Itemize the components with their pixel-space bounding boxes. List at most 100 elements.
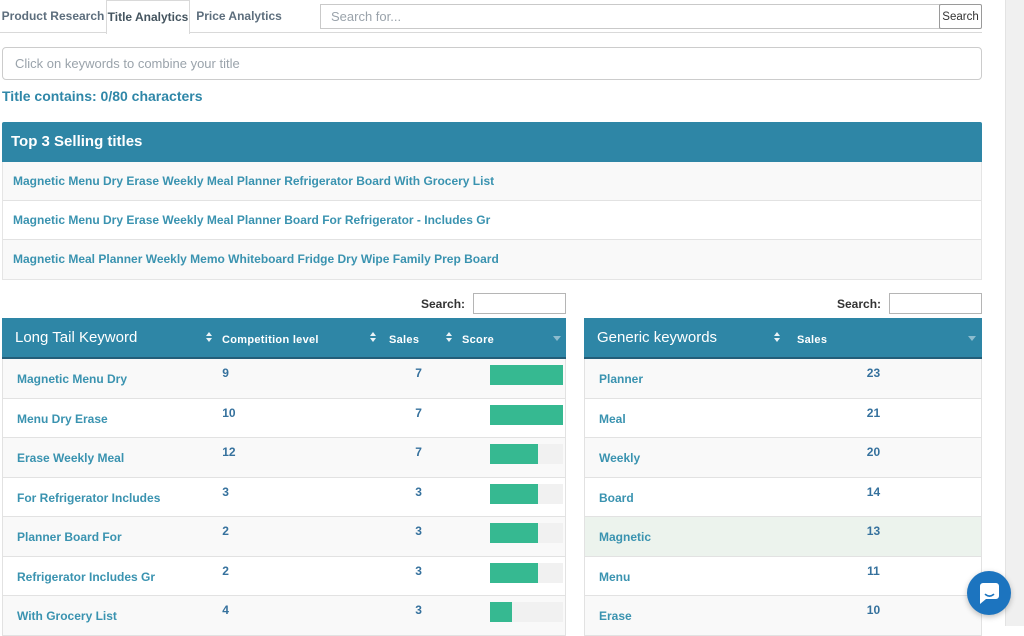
chat-bubble-icon <box>967 571 1011 615</box>
score-bar <box>490 602 512 622</box>
keyword-cell[interactable]: Planner <box>585 359 790 398</box>
score-bar-track <box>490 405 563 425</box>
table-row: For Refrigerator Includes 3 3 <box>3 478 565 518</box>
generic-table-header: Generic keywords Sales <box>584 318 982 359</box>
score-bar-track <box>490 365 563 385</box>
score-cell <box>453 596 565 635</box>
long-tail-table-body: Magnetic Menu Dry 9 7 Menu Dry Erase 10 … <box>2 359 566 636</box>
sales-cell: 3 <box>384 517 454 556</box>
column-header-generic-sales[interactable]: Sales <box>790 318 982 357</box>
sales-cell: 3 <box>384 557 454 596</box>
long-tail-keyword-table: Long Tail Keyword Competition level Sale… <box>2 318 566 636</box>
sales-cell: 7 <box>384 359 454 398</box>
competition-cell: 4 <box>220 596 383 635</box>
score-cell <box>453 359 565 398</box>
column-header-competition-level[interactable]: Competition level <box>220 318 384 357</box>
score-bar <box>490 444 537 464</box>
table-row: Menu 11 <box>585 557 981 597</box>
score-bar-track <box>490 563 563 583</box>
table-row: Refrigerator Includes Gr 2 3 <box>3 557 565 597</box>
generic-search-label: Search: <box>837 297 881 311</box>
sales-cell: 7 <box>384 438 454 477</box>
score-cell <box>453 399 565 438</box>
top-search-input[interactable] <box>320 4 940 29</box>
score-bar <box>490 405 563 425</box>
keyword-cell[interactable]: Planner Board For <box>3 517 220 556</box>
keyword-cell[interactable]: Meal <box>585 399 790 438</box>
score-bar <box>490 523 537 543</box>
sort-icon <box>206 332 212 342</box>
top-selling-titles-header: Top 3 Selling titles <box>2 122 982 162</box>
sales-cell: 3 <box>384 596 454 635</box>
score-cell <box>453 478 565 517</box>
score-bar-track <box>490 484 563 504</box>
selling-title-row[interactable]: Magnetic Menu Dry Erase Weekly Meal Plan… <box>3 162 981 201</box>
competition-cell: 3 <box>220 478 383 517</box>
sales-cell: 21 <box>790 399 981 438</box>
sort-icon <box>370 332 376 342</box>
score-bar <box>490 484 537 504</box>
table-row: Erase Weekly Meal 12 7 <box>3 438 565 478</box>
keyword-cell[interactable]: Weekly <box>585 438 790 477</box>
keyword-cell[interactable]: Board <box>585 478 790 517</box>
keyword-cell[interactable]: Menu <box>585 557 790 596</box>
top-search-button[interactable]: Search <box>939 4 982 29</box>
selling-title-row[interactable]: Magnetic Meal Planner Weekly Memo Whiteb… <box>3 240 981 279</box>
column-header-long-tail-keyword[interactable]: Long Tail Keyword <box>2 318 220 357</box>
column-label: Generic keywords <box>597 329 717 346</box>
generic-keywords-table: Generic keywords Sales Planner 23 Meal 2… <box>584 318 982 636</box>
competition-cell: 12 <box>220 438 383 477</box>
tab-title-analytics[interactable]: Title Analytics <box>106 0 190 34</box>
competition-cell: 9 <box>220 359 383 398</box>
score-cell <box>453 557 565 596</box>
table-row: Magnetic Menu Dry 9 7 <box>3 359 565 399</box>
competition-cell: 2 <box>220 557 383 596</box>
table-row: Magnetic 13 <box>585 517 981 557</box>
score-bar-track <box>490 602 563 622</box>
column-label: Sales <box>389 334 419 346</box>
sales-cell: 7 <box>384 399 454 438</box>
sort-icon <box>446 332 452 342</box>
column-header-generic-keywords[interactable]: Generic keywords <box>584 318 790 357</box>
chat-launcher-button[interactable] <box>967 571 1011 615</box>
table-row: Planner Board For 2 3 <box>3 517 565 557</box>
keyword-cell[interactable]: For Refrigerator Includes <box>3 478 220 517</box>
page-gutter <box>1005 0 1024 626</box>
score-bar-track <box>490 523 563 543</box>
competition-cell: 10 <box>220 399 383 438</box>
sales-cell: 11 <box>790 557 981 596</box>
score-cell <box>453 438 565 477</box>
keyword-cell[interactable]: Magnetic <box>585 517 790 556</box>
selling-title-row[interactable]: Magnetic Menu Dry Erase Weekly Meal Plan… <box>3 201 981 240</box>
score-bar <box>490 365 563 385</box>
sort-desc-icon <box>553 336 561 341</box>
sort-desc-icon <box>968 336 976 341</box>
combine-keywords-input[interactable] <box>2 47 982 80</box>
score-bar <box>490 563 537 583</box>
tab-product-research[interactable]: Product Research <box>0 0 106 33</box>
score-cell <box>453 517 565 556</box>
keyword-cell[interactable]: Refrigerator Includes Gr <box>3 557 220 596</box>
table-row: Board 14 <box>585 478 981 518</box>
tab-price-analytics[interactable]: Price Analytics <box>190 0 288 33</box>
column-label: Competition level <box>222 334 319 346</box>
sales-cell: 23 <box>790 359 981 398</box>
table-row: Planner 23 <box>585 359 981 399</box>
sort-icon <box>774 332 780 342</box>
generic-table-body: Planner 23 Meal 21 Weekly 20 Board 14 Ma… <box>584 359 982 636</box>
score-bar-track <box>490 444 563 464</box>
competition-cell: 2 <box>220 517 383 556</box>
keyword-cell[interactable]: Erase Weekly Meal <box>3 438 220 477</box>
sales-cell: 14 <box>790 478 981 517</box>
table-row: Weekly 20 <box>585 438 981 478</box>
title-contains-label: Title contains: 0/80 characters <box>2 88 203 104</box>
column-label: Sales <box>797 334 827 346</box>
keyword-cell[interactable]: Erase <box>585 596 790 635</box>
column-header-sales[interactable]: Sales <box>384 318 454 357</box>
keyword-cell[interactable]: With Grocery List <box>3 596 220 635</box>
column-header-score[interactable]: Score <box>454 318 566 357</box>
keyword-cell[interactable]: Magnetic Menu Dry <box>3 359 220 398</box>
keyword-cell[interactable]: Menu Dry Erase <box>3 399 220 438</box>
long-tail-search-input[interactable] <box>473 293 566 314</box>
generic-search-input[interactable] <box>889 293 982 314</box>
